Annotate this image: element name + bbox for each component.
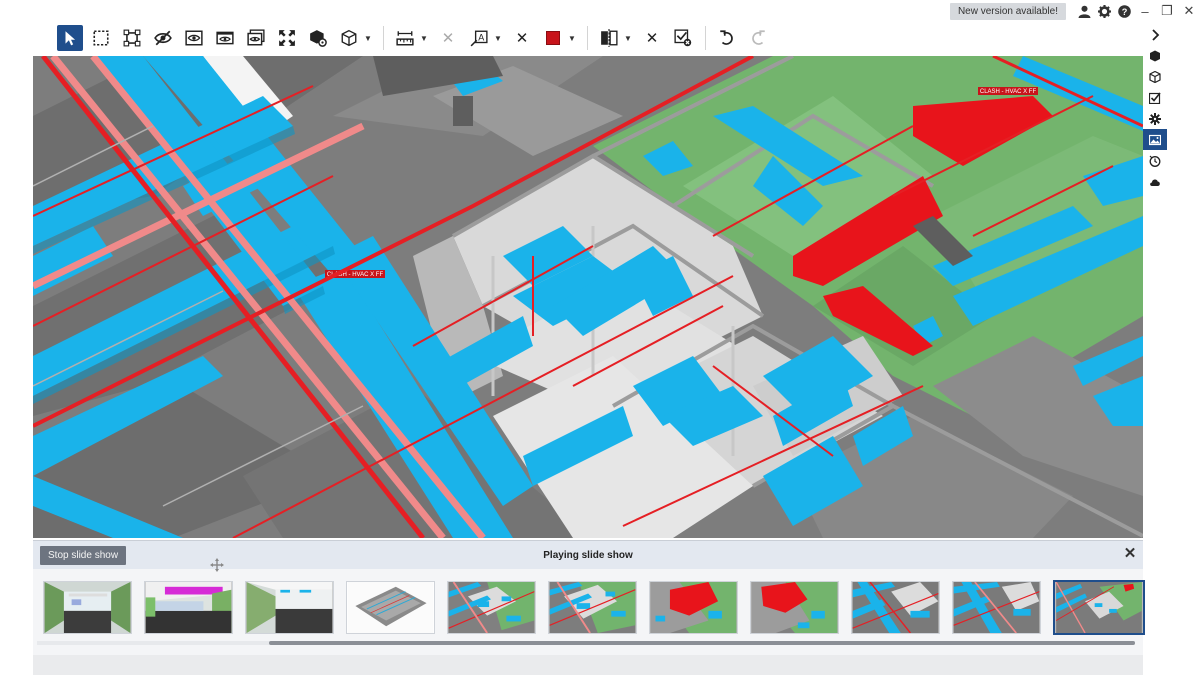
eye-box-icon: [216, 31, 234, 45]
slide-thumbnail-active[interactable]: [1053, 580, 1145, 635]
markup-button[interactable]: A: [466, 25, 492, 51]
view-cube-dropdown[interactable]: ▼: [363, 25, 373, 51]
color-picker-button[interactable]: [540, 25, 566, 51]
eye-frame-icon: [185, 30, 203, 46]
slide-thumbnail[interactable]: [851, 581, 940, 634]
text-markup-icon: A: [470, 30, 488, 47]
clash-label: CLASH - HVAC X FF: [980, 89, 1037, 95]
help-icon[interactable]: ?: [1114, 2, 1134, 20]
slide-thumbnails: [43, 580, 1157, 635]
undo-icon: [720, 30, 733, 45]
show-only-button[interactable]: [181, 25, 207, 51]
clear-markup-button[interactable]: ✕: [509, 25, 535, 51]
toolbar-divider: [587, 26, 588, 50]
select-frame-icon: [123, 29, 141, 47]
app-window: New version available! ? – ❐ ✕ ▼ ▼ ✕ A ▼…: [0, 0, 1200, 675]
isolate-button[interactable]: [243, 25, 269, 51]
slide-thumbnail[interactable]: [649, 581, 738, 634]
slide-thumbnail[interactable]: [952, 581, 1041, 634]
show-all-button[interactable]: [212, 25, 238, 51]
svg-text:A: A: [478, 32, 484, 42]
slideshow-header: Stop slide show Playing slide show ✕: [33, 541, 1143, 569]
cloud-icon[interactable]: [1143, 171, 1167, 192]
measure-dropdown[interactable]: ▼: [419, 25, 429, 51]
minimize-button[interactable]: –: [1134, 2, 1156, 20]
bim-model-render[interactable]: CLASH - HVAC X FF CLASH - HVAC X FF: [33, 56, 1143, 538]
measure-button[interactable]: [392, 25, 418, 51]
slides-icon[interactable]: [1143, 129, 1167, 150]
undo-button[interactable]: [714, 25, 740, 51]
slide-thumbnail[interactable]: [43, 581, 132, 634]
thumbnail-scrollbar[interactable]: [37, 641, 1135, 645]
fit-selection-button[interactable]: [119, 25, 145, 51]
markup-dropdown[interactable]: ▼: [493, 25, 503, 51]
clear-measure-button[interactable]: ✕: [435, 25, 461, 51]
redo-icon: [752, 30, 765, 45]
select-tool-button[interactable]: [57, 25, 83, 51]
main-toolbar: ▼ ▼ ✕ A ▼ ✕ ▼ ▼ ✕: [33, 20, 1143, 56]
checklist-icon[interactable]: [1143, 87, 1167, 108]
model-viewport[interactable]: CLASH - HVAC X FF CLASH - HVAC X FF: [33, 56, 1143, 538]
close-window-button[interactable]: ✕: [1178, 2, 1200, 20]
fit-all-button[interactable]: [274, 25, 300, 51]
title-bar-controls: New version available! ? – ❐ ✕: [949, 2, 1200, 20]
objects-icon[interactable]: [1143, 66, 1167, 87]
section-button[interactable]: [596, 25, 622, 51]
box-select-button[interactable]: [88, 25, 114, 51]
svg-text:?: ?: [1121, 6, 1127, 16]
slide-thumbnail[interactable]: [144, 581, 233, 634]
slide-thumbnail[interactable]: [346, 581, 435, 634]
toolbar-divider: [383, 26, 384, 50]
section-plane-icon: [601, 29, 618, 47]
user-icon[interactable]: [1074, 2, 1094, 20]
hide-button[interactable]: [150, 25, 176, 51]
model-icon[interactable]: [1143, 45, 1167, 66]
cube-gear-icon: [310, 30, 327, 47]
slideshow-panel: Stop slide show Playing slide show ✕: [33, 540, 1145, 655]
view-cube-button[interactable]: [336, 25, 362, 51]
section-dropdown[interactable]: ▼: [623, 25, 633, 51]
pointer-icon: [65, 31, 76, 46]
eye-slash-icon: [154, 30, 172, 46]
cube-outline-icon: [341, 29, 357, 47]
stop-slideshow-button[interactable]: Stop slide show: [40, 545, 127, 565]
slide-thumbnail[interactable]: [245, 581, 334, 634]
settings-icon[interactable]: [1143, 108, 1167, 129]
clear-section-button[interactable]: ✕: [639, 25, 665, 51]
restore-button[interactable]: ❐: [1156, 2, 1178, 20]
color-swatch: [546, 31, 560, 45]
slide-thumbnail[interactable]: [548, 581, 637, 634]
close-slideshow-button[interactable]: ✕: [1123, 546, 1137, 561]
slide-thumbnail[interactable]: [447, 581, 536, 634]
eye-stack-icon: [247, 29, 265, 46]
object-properties-button[interactable]: [305, 25, 331, 51]
move-cursor-icon: [210, 558, 224, 572]
new-version-button[interactable]: New version available!: [949, 2, 1066, 20]
right-sidebar: [1143, 24, 1169, 204]
status-strip: [33, 655, 1143, 675]
redo-button[interactable]: [745, 25, 771, 51]
color-dropdown[interactable]: ▼: [567, 25, 577, 51]
toolbar-divider: [705, 26, 706, 50]
check-clear-icon: [674, 29, 692, 47]
gear-icon[interactable]: [1094, 2, 1114, 20]
scrollbar-thumb[interactable]: [269, 641, 1135, 645]
history-icon[interactable]: [1143, 150, 1167, 171]
expand-chevron-icon[interactable]: [1143, 24, 1167, 45]
slide-thumbnail[interactable]: [750, 581, 839, 634]
expand-arrows-icon: [279, 30, 295, 46]
slideshow-title: Playing slide show: [543, 549, 633, 561]
ruler-icon: [396, 31, 414, 46]
clear-overrides-button[interactable]: [670, 25, 696, 51]
dashed-rect-icon: [93, 30, 109, 46]
